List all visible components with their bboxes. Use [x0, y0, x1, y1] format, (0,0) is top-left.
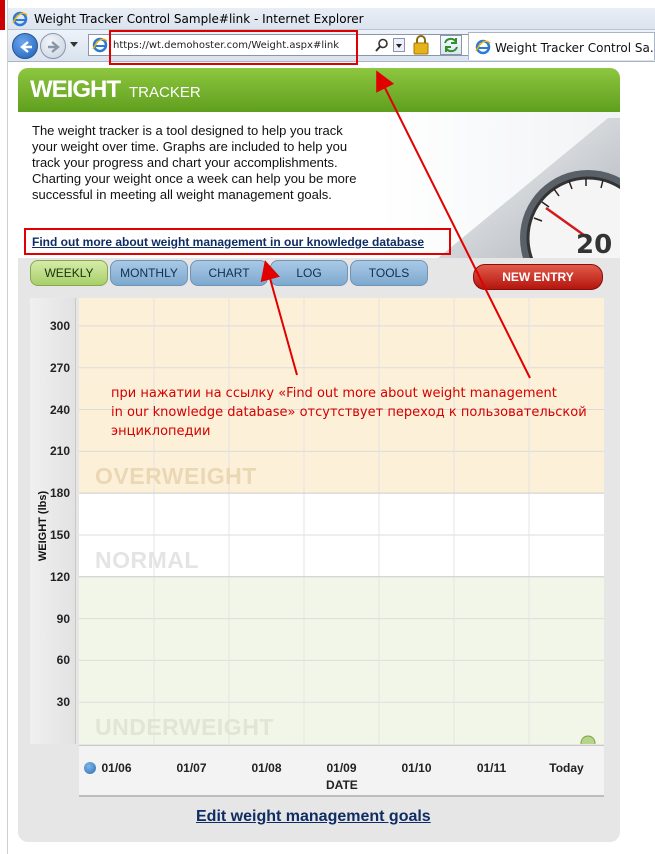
- annotation-line-1: при нажатии на ссылку «Find out more abo…: [111, 386, 557, 401]
- annotation-line-3: энциклопедии: [111, 424, 211, 439]
- arrow-to-link: [260, 260, 298, 376]
- annotation-line-2: in our knowledge database» отсутствует п…: [111, 405, 587, 420]
- annotation-text: при нажатии на ссылку «Find out more abo…: [111, 384, 591, 441]
- arrow-to-url: [376, 70, 531, 379]
